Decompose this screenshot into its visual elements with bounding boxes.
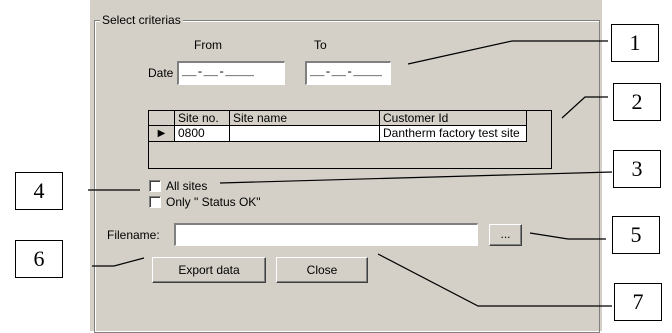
callout-7: 7 [614, 283, 662, 321]
callout-4: 4 [15, 172, 63, 210]
callout-6: 6 [15, 240, 63, 278]
callout-1: 1 [611, 24, 659, 62]
callout-3: 3 [613, 150, 661, 188]
callout-leader-lines [88, 40, 613, 307]
callout-5: 5 [612, 216, 660, 254]
callout-2: 2 [613, 83, 661, 121]
